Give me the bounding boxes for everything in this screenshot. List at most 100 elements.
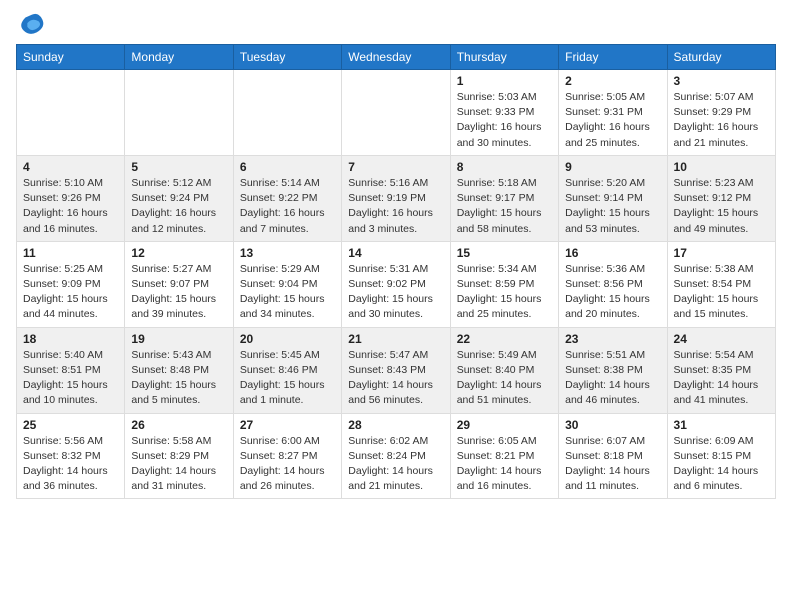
calendar-table: SundayMondayTuesdayWednesdayThursdayFrid…: [16, 44, 776, 499]
calendar-week-row: 4 Sunrise: 5:10 AM Sunset: 9:26 PM Daylig…: [17, 155, 776, 241]
day-info: Sunrise: 5:40 AM Sunset: 8:51 PM Dayligh…: [23, 348, 118, 409]
day-info: Sunrise: 5:05 AM Sunset: 9:31 PM Dayligh…: [565, 90, 660, 151]
col-header-wednesday: Wednesday: [342, 45, 450, 70]
day-number: 20: [240, 332, 335, 346]
day-number: 3: [674, 74, 769, 88]
calendar-cell: 11 Sunrise: 5:25 AM Sunset: 9:09 PM Dayli…: [17, 241, 125, 327]
col-header-tuesday: Tuesday: [233, 45, 341, 70]
calendar-cell: 23 Sunrise: 5:51 AM Sunset: 8:38 PM Dayli…: [559, 327, 667, 413]
calendar-cell: 27 Sunrise: 6:00 AM Sunset: 8:27 PM Dayli…: [233, 413, 341, 499]
calendar-cell: 12 Sunrise: 5:27 AM Sunset: 9:07 PM Dayli…: [125, 241, 233, 327]
day-number: 5: [131, 160, 226, 174]
col-header-sunday: Sunday: [17, 45, 125, 70]
logo-icon: [18, 10, 46, 38]
day-info: Sunrise: 5:49 AM Sunset: 8:40 PM Dayligh…: [457, 348, 552, 409]
day-info: Sunrise: 6:05 AM Sunset: 8:21 PM Dayligh…: [457, 434, 552, 495]
calendar-week-row: 11 Sunrise: 5:25 AM Sunset: 9:09 PM Dayli…: [17, 241, 776, 327]
day-number: 9: [565, 160, 660, 174]
day-number: 23: [565, 332, 660, 346]
day-info: Sunrise: 5:58 AM Sunset: 8:29 PM Dayligh…: [131, 434, 226, 495]
col-header-friday: Friday: [559, 45, 667, 70]
col-header-monday: Monday: [125, 45, 233, 70]
day-info: Sunrise: 5:29 AM Sunset: 9:04 PM Dayligh…: [240, 262, 335, 323]
day-info: Sunrise: 5:10 AM Sunset: 9:26 PM Dayligh…: [23, 176, 118, 237]
col-header-thursday: Thursday: [450, 45, 558, 70]
day-number: 11: [23, 246, 118, 260]
day-number: 6: [240, 160, 335, 174]
day-number: 10: [674, 160, 769, 174]
day-info: Sunrise: 5:47 AM Sunset: 8:43 PM Dayligh…: [348, 348, 443, 409]
day-info: Sunrise: 6:00 AM Sunset: 8:27 PM Dayligh…: [240, 434, 335, 495]
day-info: Sunrise: 5:43 AM Sunset: 8:48 PM Dayligh…: [131, 348, 226, 409]
calendar-cell: 18 Sunrise: 5:40 AM Sunset: 8:51 PM Dayli…: [17, 327, 125, 413]
day-number: 24: [674, 332, 769, 346]
calendar-cell: 17Sunrise: 5:38 AM Sunset: 8:54 PM Dayli…: [667, 241, 775, 327]
calendar-cell: 6 Sunrise: 5:14 AM Sunset: 9:22 PM Daylig…: [233, 155, 341, 241]
calendar-cell: [342, 70, 450, 156]
day-info: Sunrise: 5:18 AM Sunset: 9:17 PM Dayligh…: [457, 176, 552, 237]
calendar-cell: 8 Sunrise: 5:18 AM Sunset: 9:17 PM Daylig…: [450, 155, 558, 241]
calendar-cell: 3 Sunrise: 5:07 AM Sunset: 9:29 PM Daylig…: [667, 70, 775, 156]
calendar-cell: 25Sunrise: 5:56 AM Sunset: 8:32 PM Dayli…: [17, 413, 125, 499]
day-info: Sunrise: 5:34 AM Sunset: 8:59 PM Dayligh…: [457, 262, 552, 323]
day-info: Sunrise: 6:09 AM Sunset: 8:15 PM Dayligh…: [674, 434, 769, 495]
calendar-cell: 4 Sunrise: 5:10 AM Sunset: 9:26 PM Daylig…: [17, 155, 125, 241]
calendar-cell: 30Sunrise: 6:07 AM Sunset: 8:18 PM Dayli…: [559, 413, 667, 499]
day-number: 15: [457, 246, 552, 260]
day-info: Sunrise: 5:51 AM Sunset: 8:38 PM Dayligh…: [565, 348, 660, 409]
calendar-cell: 28Sunrise: 6:02 AM Sunset: 8:24 PM Dayli…: [342, 413, 450, 499]
day-info: Sunrise: 5:07 AM Sunset: 9:29 PM Dayligh…: [674, 90, 769, 151]
page: SundayMondayTuesdayWednesdayThursdayFrid…: [0, 0, 792, 515]
calendar-cell: 20 Sunrise: 5:45 AM Sunset: 8:46 PM Dayli…: [233, 327, 341, 413]
day-info: Sunrise: 5:54 AM Sunset: 8:35 PM Dayligh…: [674, 348, 769, 409]
header: [16, 10, 776, 38]
day-info: Sunrise: 5:20 AM Sunset: 9:14 PM Dayligh…: [565, 176, 660, 237]
calendar-cell: 29Sunrise: 6:05 AM Sunset: 8:21 PM Dayli…: [450, 413, 558, 499]
day-info: Sunrise: 5:31 AM Sunset: 9:02 PM Dayligh…: [348, 262, 443, 323]
calendar-cell: 16Sunrise: 5:36 AM Sunset: 8:56 PM Dayli…: [559, 241, 667, 327]
day-info: Sunrise: 5:45 AM Sunset: 8:46 PM Dayligh…: [240, 348, 335, 409]
calendar-cell: 14 Sunrise: 5:31 AM Sunset: 9:02 PM Dayli…: [342, 241, 450, 327]
calendar-cell: 5 Sunrise: 5:12 AM Sunset: 9:24 PM Daylig…: [125, 155, 233, 241]
day-number: 28: [348, 418, 443, 432]
day-number: 8: [457, 160, 552, 174]
calendar-week-row: 1Sunrise: 5:03 AM Sunset: 9:33 PM Daylig…: [17, 70, 776, 156]
calendar-cell: 1Sunrise: 5:03 AM Sunset: 9:33 PM Daylig…: [450, 70, 558, 156]
calendar-cell: 26 Sunrise: 5:58 AM Sunset: 8:29 PM Dayli…: [125, 413, 233, 499]
day-number: 21: [348, 332, 443, 346]
day-info: Sunrise: 6:07 AM Sunset: 8:18 PM Dayligh…: [565, 434, 660, 495]
calendar-week-row: 18 Sunrise: 5:40 AM Sunset: 8:51 PM Dayli…: [17, 327, 776, 413]
day-number: 27: [240, 418, 335, 432]
col-header-saturday: Saturday: [667, 45, 775, 70]
day-info: Sunrise: 5:25 AM Sunset: 9:09 PM Dayligh…: [23, 262, 118, 323]
day-number: 31: [674, 418, 769, 432]
calendar-cell: 9 Sunrise: 5:20 AM Sunset: 9:14 PM Daylig…: [559, 155, 667, 241]
calendar-cell: 7 Sunrise: 5:16 AM Sunset: 9:19 PM Daylig…: [342, 155, 450, 241]
day-number: 22: [457, 332, 552, 346]
logo: [16, 10, 46, 38]
day-info: Sunrise: 5:12 AM Sunset: 9:24 PM Dayligh…: [131, 176, 226, 237]
day-info: Sunrise: 5:23 AM Sunset: 9:12 PM Dayligh…: [674, 176, 769, 237]
day-number: 16: [565, 246, 660, 260]
day-info: Sunrise: 5:16 AM Sunset: 9:19 PM Dayligh…: [348, 176, 443, 237]
day-info: Sunrise: 5:56 AM Sunset: 8:32 PM Dayligh…: [23, 434, 118, 495]
day-number: 12: [131, 246, 226, 260]
day-info: Sunrise: 5:14 AM Sunset: 9:22 PM Dayligh…: [240, 176, 335, 237]
day-number: 18: [23, 332, 118, 346]
calendar-cell: 21 Sunrise: 5:47 AM Sunset: 8:43 PM Dayli…: [342, 327, 450, 413]
day-number: 14: [348, 246, 443, 260]
day-number: 1: [457, 74, 552, 88]
day-number: 7: [348, 160, 443, 174]
day-info: Sunrise: 5:38 AM Sunset: 8:54 PM Dayligh…: [674, 262, 769, 323]
calendar-cell: 22 Sunrise: 5:49 AM Sunset: 8:40 PM Dayli…: [450, 327, 558, 413]
calendar-cell: 31 Sunrise: 6:09 AM Sunset: 8:15 PM Dayli…: [667, 413, 775, 499]
calendar-cell: [17, 70, 125, 156]
calendar-cell: 15 Sunrise: 5:34 AM Sunset: 8:59 PM Dayli…: [450, 241, 558, 327]
calendar-header-row: SundayMondayTuesdayWednesdayThursdayFrid…: [17, 45, 776, 70]
day-number: 26: [131, 418, 226, 432]
day-info: Sunrise: 5:27 AM Sunset: 9:07 PM Dayligh…: [131, 262, 226, 323]
day-number: 4: [23, 160, 118, 174]
day-number: 19: [131, 332, 226, 346]
calendar-cell: 2Sunrise: 5:05 AM Sunset: 9:31 PM Daylig…: [559, 70, 667, 156]
day-number: 13: [240, 246, 335, 260]
